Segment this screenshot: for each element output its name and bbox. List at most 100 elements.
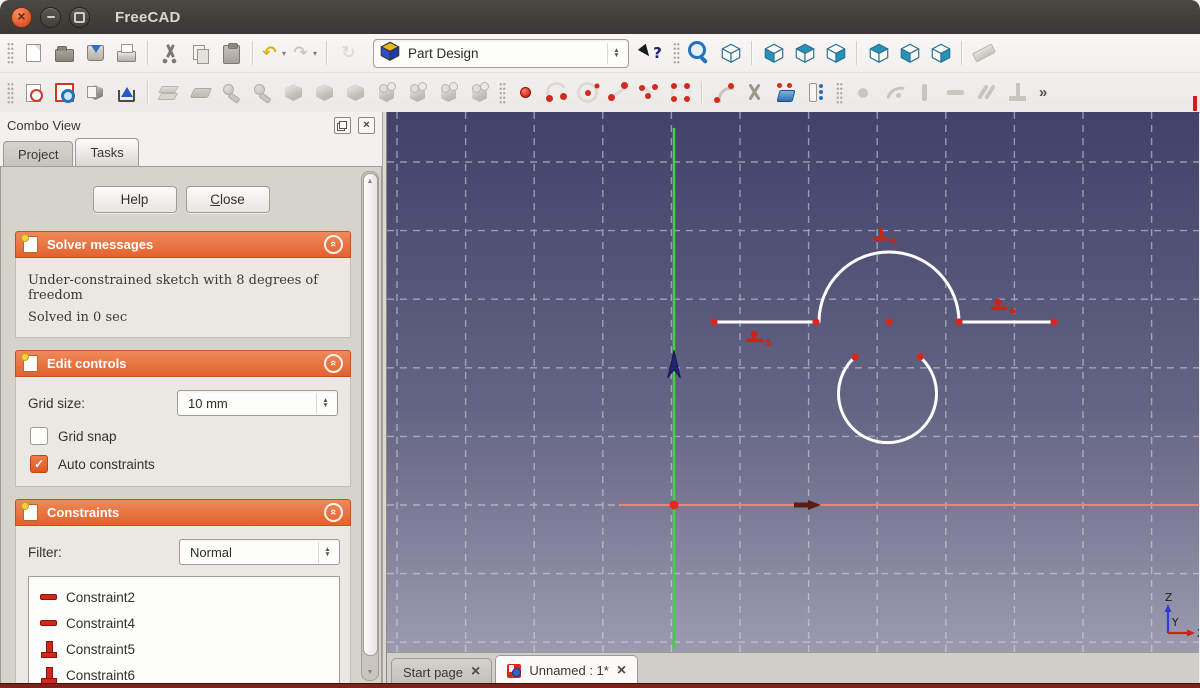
collapse-section-icon[interactable]	[324, 354, 343, 373]
new-document-button[interactable]	[19, 39, 48, 68]
redo-icon: ↷	[293, 43, 308, 63]
tab-close-icon[interactable]: ×	[617, 662, 626, 679]
svg-text:5: 5	[765, 338, 772, 349]
rear-view-button[interactable]	[864, 39, 893, 68]
left-view-button[interactable]	[926, 39, 955, 68]
edit-sketch-icon	[52, 80, 77, 105]
boolean-cut-button	[403, 78, 432, 107]
open-document-icon	[52, 41, 77, 66]
save-document-icon	[83, 41, 108, 66]
workbench-selector[interactable]: Part Design	[373, 38, 629, 68]
dock-close-button[interactable]	[358, 116, 375, 134]
tab-close-icon[interactable]: ×	[471, 664, 480, 680]
grid-snap-label: Grid snap	[58, 428, 117, 444]
create-point-button[interactable]	[511, 78, 540, 107]
toolbar-grip[interactable]	[499, 81, 506, 104]
svg-text:6: 6	[1009, 306, 1016, 317]
map-sketch-button[interactable]	[81, 78, 110, 107]
document-tab-label: Unnamed : 1*	[529, 663, 609, 678]
carbon-copy-button[interactable]	[802, 78, 831, 107]
external-geometry-button[interactable]	[771, 78, 800, 107]
create-fillet-button[interactable]	[709, 78, 738, 107]
solver-messages-title: Solver messages	[47, 237, 154, 252]
document-tab[interactable]: Unnamed : 1* ×	[495, 655, 639, 685]
trim-edge-button[interactable]	[740, 78, 769, 107]
save-document-button[interactable]	[81, 39, 110, 68]
pocket-button	[186, 78, 215, 107]
toolbar-grip[interactable]	[7, 42, 14, 64]
leave-sketch-button[interactable]	[112, 78, 141, 107]
create-circle-button[interactable]	[573, 78, 602, 107]
tasks-panel: Help Close Solver messages Under-constra…	[0, 166, 382, 684]
window-close-button[interactable]	[11, 6, 32, 28]
auto-constraints-checkbox[interactable]	[30, 455, 48, 473]
grid-size-spinbox[interactable]: 10 mm	[177, 390, 338, 416]
create-polyline-button[interactable]	[635, 78, 664, 107]
window-maximize-button[interactable]	[69, 6, 90, 28]
workbench-value: Part Design	[408, 45, 479, 61]
grid-size-spinner[interactable]	[316, 392, 334, 414]
dropdown-arrow-icon[interactable]: ▾	[279, 49, 289, 58]
create-line-button[interactable]	[604, 78, 633, 107]
close-task-button[interactable]: Close	[185, 186, 270, 213]
axonometric-view-button[interactable]	[716, 39, 745, 68]
solver-message: Under-constrained sketch with 8 degrees …	[28, 273, 319, 303]
front-view-button[interactable]	[759, 39, 788, 68]
whats-this-button[interactable]: ?	[639, 39, 668, 68]
constraints-header[interactable]: Constraints	[15, 499, 351, 526]
3d-viewport[interactable]: 6 5 6 Z Y X	[387, 112, 1199, 652]
right-view-button[interactable]	[821, 39, 850, 68]
create-arc-icon	[544, 80, 569, 105]
copy-icon	[188, 41, 213, 66]
svg-text:Y: Y	[1171, 617, 1179, 629]
copy-button[interactable]	[186, 39, 215, 68]
toolbar-grip[interactable]	[7, 81, 14, 104]
paste-button[interactable]	[217, 39, 246, 68]
toolbar-grip[interactable]	[673, 42, 680, 64]
scrollbar-thumb[interactable]	[362, 173, 378, 656]
fit-all-button[interactable]	[685, 39, 714, 68]
scrollbar-down-arrow-icon[interactable]	[362, 669, 378, 676]
filter-spinner[interactable]	[318, 541, 336, 563]
constraint-list-item[interactable]: Constraint5	[29, 636, 339, 662]
open-document-button[interactable]	[50, 39, 79, 68]
solver-messages-section: Solver messages Under-constrained sketch…	[15, 231, 351, 338]
toolbar-grip[interactable]	[836, 81, 843, 104]
toolbar-overflow-button[interactable]: »	[1039, 84, 1047, 101]
create-arc-button[interactable]	[542, 78, 571, 107]
constraint-list-item[interactable]: Constraint2	[29, 584, 339, 610]
workbench-spinner[interactable]	[607, 42, 625, 64]
boolean-union-icon	[374, 80, 399, 105]
panel-scrollbar[interactable]	[361, 171, 379, 681]
print-button[interactable]	[112, 39, 141, 68]
filter-combobox[interactable]: Normal	[179, 539, 340, 565]
constraint-list-item[interactable]: Constraint6	[29, 662, 339, 684]
grid-snap-checkbox[interactable]	[30, 427, 48, 445]
dropdown-arrow-icon[interactable]: ▾	[310, 49, 320, 58]
window-bottom-border	[0, 683, 1200, 688]
edit-sketch-button[interactable]	[50, 78, 79, 107]
collapse-section-icon[interactable]	[324, 235, 343, 254]
top-view-button[interactable]	[790, 39, 819, 68]
sketch-canvas[interactable]: 6 5 6 Z Y X	[387, 112, 1199, 652]
help-button[interactable]: Help	[92, 186, 177, 213]
solver-messages-header[interactable]: Solver messages	[15, 231, 351, 258]
constraint-list[interactable]: Constraint2 Constraint4 Constraint5 Constra…	[28, 576, 340, 684]
document-tab[interactable]: Start page ×	[391, 658, 493, 685]
dock-tab-tasks[interactable]: Tasks	[75, 138, 139, 166]
create-rectangle-button[interactable]	[666, 78, 695, 107]
window-minimize-button[interactable]	[40, 6, 61, 28]
cut-button[interactable]	[155, 39, 184, 68]
grid-size-label: Grid size:	[28, 395, 86, 411]
undo-icon: ↶	[262, 43, 277, 63]
map-sketch-icon	[83, 80, 108, 105]
dock-float-button[interactable]	[334, 116, 351, 134]
bottom-view-button[interactable]	[895, 39, 924, 68]
create-sketch-button[interactable]	[19, 78, 48, 107]
undo-button[interactable]: ↶ ▾	[260, 39, 289, 68]
redo-button[interactable]: ↷ ▾	[291, 39, 320, 68]
constraint-list-item[interactable]: Constraint4	[29, 610, 339, 636]
edit-controls-header[interactable]: Edit controls	[15, 350, 351, 377]
collapse-section-icon[interactable]	[324, 503, 343, 522]
dock-tab-project[interactable]: Project	[3, 141, 74, 166]
